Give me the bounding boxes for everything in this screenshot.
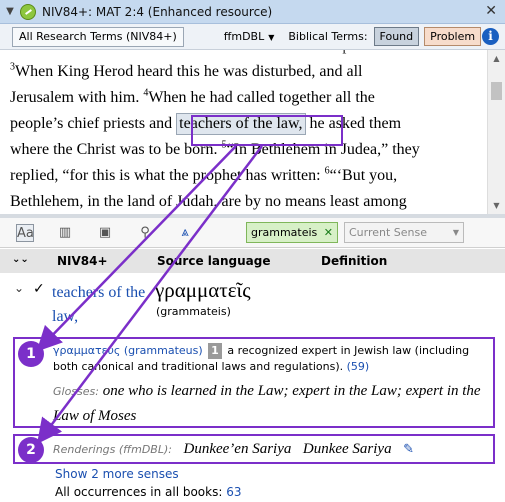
glosses: Glosses: one who is learned in the Law; … (53, 379, 487, 428)
highlight-callout-box (191, 115, 343, 146)
verse-text: where the Christ was to be born. (10, 141, 222, 158)
info-icon[interactable]: i (482, 28, 499, 45)
rendering-item[interactable]: Dunkee’en Sariya (183, 441, 291, 457)
verse-text: Jerusalem with him. (10, 89, 144, 106)
glosses-label: Glosses: (53, 385, 99, 398)
image-tab-icon[interactable]: ▣ (96, 224, 114, 242)
biblical-terms-label: Biblical Terms: (288, 30, 368, 43)
library-tab-icon[interactable]: ▥ (56, 224, 74, 242)
scroll-down-icon[interactable]: ▼ (488, 197, 505, 214)
sense-dropdown[interactable]: Current Sense ▼ (344, 222, 464, 243)
column-header-source: Source language (157, 254, 271, 268)
sense-dropdown-value: Current Sense (349, 226, 428, 239)
text-line: replied, “for this is what the prophet h… (10, 163, 486, 189)
sense-box: γραμματεύς (grammateus) 1 a recognized e… (13, 337, 495, 428)
text-line: Bethlehem, in the land of Judah, are by … (10, 193, 407, 210)
all-occurrences-label: All occurrences in all books: (55, 485, 227, 499)
found-button[interactable]: Found (373, 27, 420, 46)
greek-lemma: γραμματεῖς (155, 278, 251, 302)
dbl-label: ffmDBL (223, 30, 265, 43)
text-line: 3When King Herod heard this he was distu… (10, 59, 486, 85)
scroll-up-icon[interactable]: ▲ (488, 50, 505, 67)
text-line: Jerusalem with him. 4When he had called … (10, 85, 486, 111)
expand-toggle-icon[interactable]: ⌄ (14, 281, 24, 295)
term-link[interactable]: teachers of the law, (52, 281, 147, 329)
chevron-down-icon: ▼ (268, 33, 275, 42)
verse-text: When he had called together all the (148, 89, 375, 106)
show-more-senses-link[interactable]: Show 2 more senses (55, 467, 179, 481)
collapse-all-icon[interactable]: ⌄⌄ (12, 254, 29, 265)
transliteration: (grammateis) (156, 305, 231, 318)
window-title: NIV84+: MAT 2:4 (Enhanced resource) (42, 4, 273, 19)
lexicon-tab-icon[interactable]: Aa (16, 224, 34, 242)
occurrence-count-link[interactable]: (59) (347, 360, 370, 373)
sense-definition: γραμματεύς (grammateus) 1 a recognized e… (53, 343, 487, 375)
clear-search-icon[interactable]: ✕ (324, 223, 333, 242)
callout-badge-1: 1 (18, 341, 44, 367)
verse-text: people’s chief priests and (10, 115, 177, 132)
column-header-definition: Definition (321, 254, 388, 268)
verse-text: When King Herod heard this he was distur… (15, 63, 363, 80)
interlinear-tab-icon[interactable]: ⩓ (176, 224, 194, 242)
renderings-label: Renderings (ffmDBL): (53, 443, 172, 456)
search-input[interactable]: grammateis ✕ (246, 222, 338, 243)
collapse-icon[interactable]: ▼ (0, 6, 20, 17)
all-occurrences-count[interactable]: 63 (226, 485, 241, 499)
problem-button[interactable]: Problem (424, 27, 482, 46)
edit-pencil-icon[interactable]: ✎ (403, 437, 414, 463)
dbl-dropdown[interactable]: ffmDBL ▼ (224, 30, 275, 43)
rendering-item[interactable]: Dunkee Sariya (303, 441, 392, 457)
all-occurrences: All occurrences in all books: 63 (55, 485, 242, 499)
chevron-down-icon: ▼ (452, 228, 459, 237)
callout-badge-2: 2 (18, 437, 44, 463)
verse-text: replied, “for this is what the prophet h… (10, 167, 325, 184)
verse-text: “‘But you, (329, 167, 398, 184)
map-pin-tab-icon[interactable]: ⚲ (136, 224, 154, 242)
lemma-link[interactable]: γραμματεύς (grammateus) (53, 344, 203, 357)
scroll-thumb[interactable] (491, 82, 502, 100)
sense-number-badge: 1 (208, 343, 222, 359)
vertical-scrollbar[interactable]: ▲ ▼ (487, 50, 505, 214)
search-value: grammateis (251, 226, 318, 239)
app-logo-icon (20, 3, 36, 20)
column-header-niv: NIV84+ (57, 254, 108, 268)
toolbar: All Research Terms (NIV84+) ffmDBL ▼ Bibl… (0, 24, 505, 50)
column-header-row: ⌄⌄ NIV84+ Source language Definition (0, 249, 505, 273)
title-bar: ▼ NIV84+: MAT 2:4 (Enhanced resource) ✕ (0, 0, 505, 24)
text-line: We saw his star in the east and have com… (10, 50, 486, 59)
close-icon[interactable]: ✕ (485, 3, 497, 19)
all-research-terms-button[interactable]: All Research Terms (NIV84+) (12, 26, 184, 47)
tab-strip: Aa ▥ ▣ ⚲ ⩓ grammateis ✕ Current Sense ▼ (0, 218, 505, 248)
glosses-text: one who is learned in the Law; expert in… (53, 383, 481, 424)
renderings-box: Renderings (ffmDBL): Dunkee’en Sariya Du… (13, 434, 495, 464)
check-icon[interactable]: ✓ (33, 281, 45, 297)
